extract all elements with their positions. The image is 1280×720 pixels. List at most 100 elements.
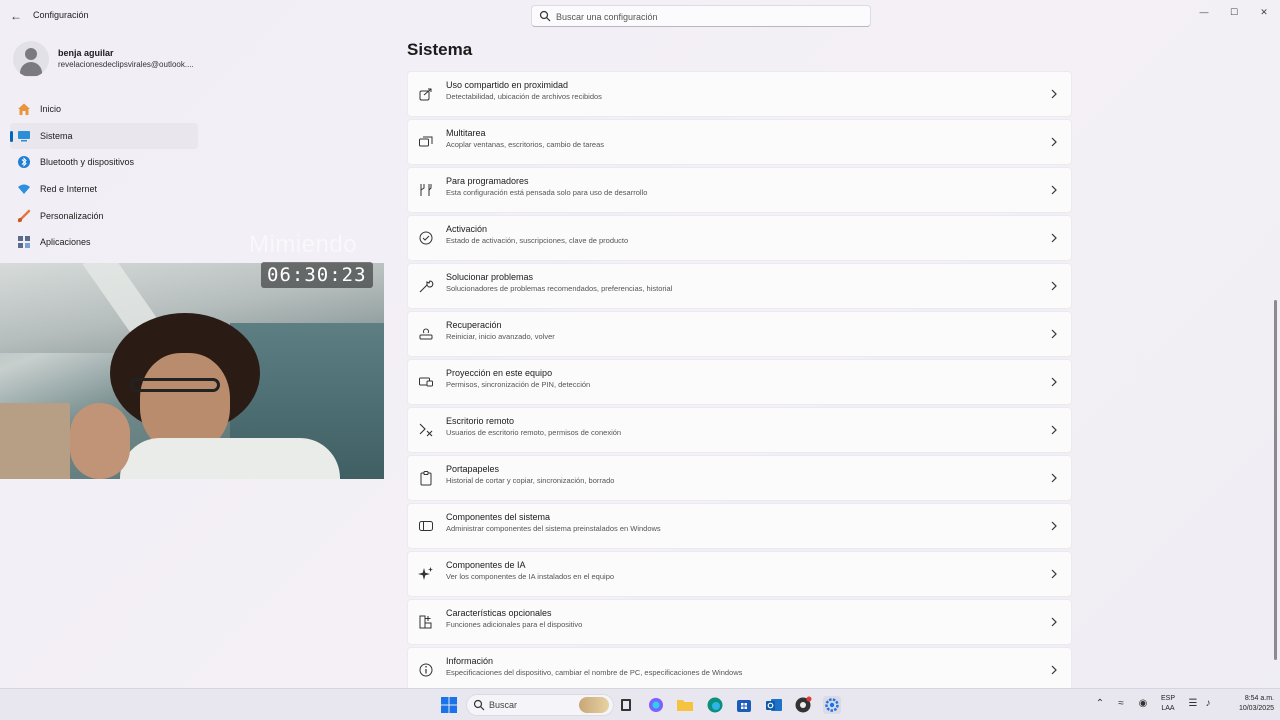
settings-search-input[interactable] — [556, 9, 856, 24]
sidebar-item-label: Inicio — [40, 104, 62, 114]
user-name: benja aguilar — [58, 48, 114, 58]
store-icon[interactable] — [735, 696, 753, 714]
chevron-right-icon — [1051, 665, 1057, 675]
card-subtitle: Detectabilidad, ubicación de archivos re… — [446, 92, 602, 101]
clock-date[interactable]: 10/03/2025 — [1220, 705, 1274, 712]
card-title: Activación — [446, 224, 488, 234]
sidebar-item-label: Personalización — [40, 210, 104, 221]
multitask-icon — [419, 136, 433, 147]
news-widget-icon — [579, 697, 609, 713]
card-title: Proyección en este equipo — [446, 368, 553, 378]
file-explorer-icon[interactable] — [676, 696, 694, 714]
chevron-right-icon — [1051, 281, 1057, 291]
settings-card-programadores[interactable]: Para programadores Esta configuración es… — [407, 167, 1072, 213]
settings-card-componentes-sistema[interactable]: Componentes del sistema Administrar comp… — [407, 503, 1072, 549]
close-button[interactable]: ✕ — [1250, 4, 1278, 20]
card-title: Recuperación — [446, 320, 502, 330]
minimize-button[interactable]: — — [1190, 4, 1218, 20]
card-title: Escritorio remoto — [446, 416, 515, 426]
info-icon — [419, 663, 433, 677]
scrollbar[interactable] — [1274, 300, 1277, 660]
card-title: Uso compartido en proximidad — [446, 80, 569, 90]
card-subtitle: Solucionadores de problemas recomendados… — [446, 284, 673, 293]
settings-search-box[interactable] — [531, 5, 871, 27]
share-icon — [419, 88, 432, 101]
task-view-icon[interactable] — [617, 696, 635, 714]
settings-card-recuperacion[interactable]: Recuperación Reiniciar, inicio avanzado,… — [407, 311, 1072, 357]
sidebar-item-sistema[interactable]: Sistema — [10, 122, 198, 150]
chevron-up-icon[interactable]: ⌃ — [1094, 698, 1106, 710]
wifi-status-icon[interactable]: ☰ — [1187, 698, 1199, 710]
sidebar-item-bluetooth[interactable]: Bluetooth y dispositivos — [10, 149, 198, 176]
search-icon — [473, 699, 485, 711]
sidebar-item-inicio[interactable]: Inicio — [10, 96, 198, 123]
card-subtitle: Acoplar ventanas, escritorios, cambio de… — [446, 140, 604, 149]
recovery-icon — [419, 328, 433, 340]
user-email: revelacionesdeclipsvirales@outlook.... — [58, 60, 194, 69]
volume-icon[interactable]: ♪ — [1202, 698, 1214, 710]
card-subtitle: Permisos, sincronización de PIN, detecci… — [446, 380, 591, 389]
brush-icon — [17, 209, 31, 222]
sidebar-item-label: Aplicaciones — [40, 237, 91, 248]
sidebar-item-label: Sistema — [40, 130, 73, 141]
card-title: Portapapeles — [446, 464, 500, 474]
avatar[interactable] — [13, 41, 49, 77]
copilot-icon[interactable] — [647, 696, 665, 714]
obs-recording-icon[interactable] — [794, 696, 812, 714]
settings-card-proyeccion[interactable]: Proyección en este equipo Permisos, sinc… — [407, 359, 1072, 405]
maximize-button[interactable]: ☐ — [1220, 4, 1248, 20]
wrench-icon — [419, 280, 434, 293]
taskbar-search[interactable]: Buscar — [466, 694, 614, 716]
chevron-right-icon — [1051, 137, 1057, 147]
chevron-right-icon — [1051, 377, 1057, 387]
chevron-right-icon — [1051, 185, 1057, 195]
settings-card-informacion[interactable]: Información Especificaciones del disposi… — [407, 647, 1072, 688]
clock-time[interactable]: 8:54 a.m. — [1220, 695, 1274, 702]
components-icon — [419, 521, 433, 531]
developer-tools-icon — [420, 184, 432, 196]
language-indicator-bottom[interactable]: LAA — [1157, 705, 1179, 712]
chevron-right-icon — [1051, 89, 1057, 99]
edge-browser-icon[interactable] — [706, 696, 724, 714]
settings-card-caracteristicas[interactable]: Características opcionales Funciones adi… — [407, 599, 1072, 645]
stream-timer: 06:30:23 — [261, 262, 373, 288]
card-subtitle: Especificaciones del dispositivo, cambia… — [446, 668, 743, 677]
card-title: Solucionar problemas — [446, 272, 534, 282]
back-arrow-icon[interactable]: ← — [8, 8, 24, 24]
card-title: Componentes de IA — [446, 560, 526, 570]
windows-start-icon[interactable] — [440, 696, 458, 714]
settings-card-escritorio-remoto[interactable]: Escritorio remoto Usuarios de escritorio… — [407, 407, 1072, 453]
chevron-right-icon — [1051, 617, 1057, 627]
settings-card-componentes-ia[interactable]: Componentes de IA Ver los componentes de… — [407, 551, 1072, 597]
settings-card-portapapeles[interactable]: Portapapeles Historial de cortar y copia… — [407, 455, 1072, 501]
settings-card-solucionar[interactable]: Solucionar problemas Solucionadores de p… — [407, 263, 1072, 309]
sidebar-item-personalizacion[interactable]: Personalización — [10, 203, 198, 230]
chevron-right-icon — [1051, 425, 1057, 435]
microphone-icon[interactable]: ◉ — [1137, 698, 1149, 710]
chevron-right-icon — [1051, 521, 1057, 531]
sidebar-item-aplicaciones[interactable]: Aplicaciones — [10, 229, 198, 256]
settings-card-activacion[interactable]: Activación Estado de activación, suscrip… — [407, 215, 1072, 261]
settings-gear-icon[interactable] — [823, 696, 841, 714]
outlook-icon[interactable] — [765, 696, 783, 714]
card-title: Multitarea — [446, 128, 486, 138]
card-subtitle: Funciones adicionales para el dispositiv… — [446, 620, 583, 629]
webcam-overlay — [0, 263, 384, 479]
language-indicator-top[interactable]: ESP — [1157, 695, 1179, 702]
wifi-icon — [18, 184, 30, 195]
settings-card-uso-compartido[interactable]: Uso compartido en proximidad Detectabili… — [407, 71, 1072, 117]
check-circle-icon — [419, 231, 433, 245]
optional-features-icon — [419, 615, 432, 629]
page-title: Sistema — [407, 40, 473, 59]
clipboard-icon — [420, 471, 432, 486]
taskbar: Buscar ⌃ ≈ ◉ ESP LAA ☰ ♪ 8:54 a.m. 10/03… — [0, 688, 1280, 720]
card-subtitle: Estado de activación, suscripciones, cla… — [446, 236, 629, 245]
projection-icon — [419, 377, 433, 387]
sparkle-icon — [418, 567, 433, 580]
search-icon — [539, 10, 551, 22]
card-subtitle: Historial de cortar y copiar, sincroniza… — [446, 476, 615, 485]
sidebar-item-red[interactable]: Red e Internet — [10, 176, 198, 203]
settings-card-multitarea[interactable]: Multitarea Acoplar ventanas, escritorios… — [407, 119, 1072, 165]
settings-list: Uso compartido en proximidad Detectabili… — [407, 71, 1072, 688]
network-icon[interactable]: ≈ — [1115, 698, 1127, 710]
